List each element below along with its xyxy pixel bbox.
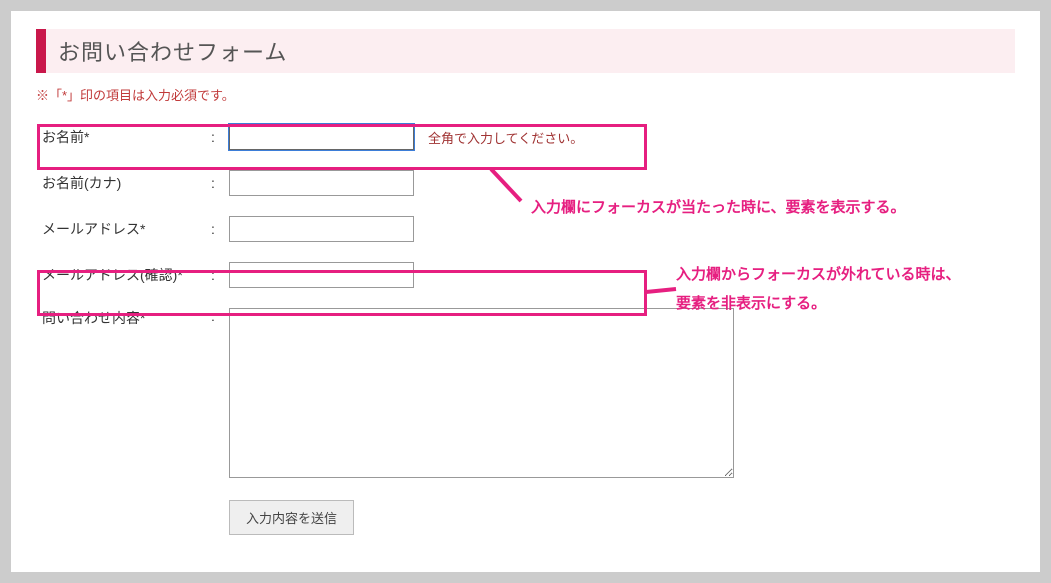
submit-row: 入力内容を送信 xyxy=(36,488,1015,535)
label-name: お名前* xyxy=(36,127,211,147)
label-inquiry: 問い合わせ内容* xyxy=(36,308,211,328)
label-email: メールアドレス* xyxy=(36,219,211,239)
page-title: お問い合わせフォーム xyxy=(46,35,287,67)
header-accent-bar xyxy=(36,29,46,73)
input-email[interactable] xyxy=(229,216,414,242)
label-name-kana: お名前(カナ) xyxy=(36,173,211,193)
colon: : xyxy=(211,129,229,145)
colon: : xyxy=(211,267,229,283)
annotation-focus: 入力欄にフォーカスが当たった時に、要素を表示する。 xyxy=(531,194,906,223)
field-row-name: お名前* : 全角で入力してください。 xyxy=(36,114,1015,160)
annotation-blur: 入力欄からフォーカスが外れている時は、 要素を非表示にする。 xyxy=(676,261,961,318)
textarea-inquiry[interactable] xyxy=(229,308,734,478)
hint-name: 全角で入力してください。 xyxy=(428,128,583,147)
label-email-confirm: メールアドレス(確認)* xyxy=(36,265,211,285)
required-note: ※「*」印の項目は入力必須です。 xyxy=(36,85,1015,104)
colon: : xyxy=(211,221,229,237)
submit-button[interactable]: 入力内容を送信 xyxy=(229,500,354,535)
input-email-confirm[interactable] xyxy=(229,262,414,288)
colon: : xyxy=(211,175,229,191)
form-container: お問い合わせフォーム ※「*」印の項目は入力必須です。 お名前* : 全角で入力… xyxy=(10,10,1041,573)
colon: : xyxy=(211,308,229,324)
field-row-inquiry: 問い合わせ内容* : xyxy=(36,298,1015,488)
page-header: お問い合わせフォーム xyxy=(36,29,1015,73)
input-name-kana[interactable] xyxy=(229,170,414,196)
input-name[interactable] xyxy=(229,124,414,150)
